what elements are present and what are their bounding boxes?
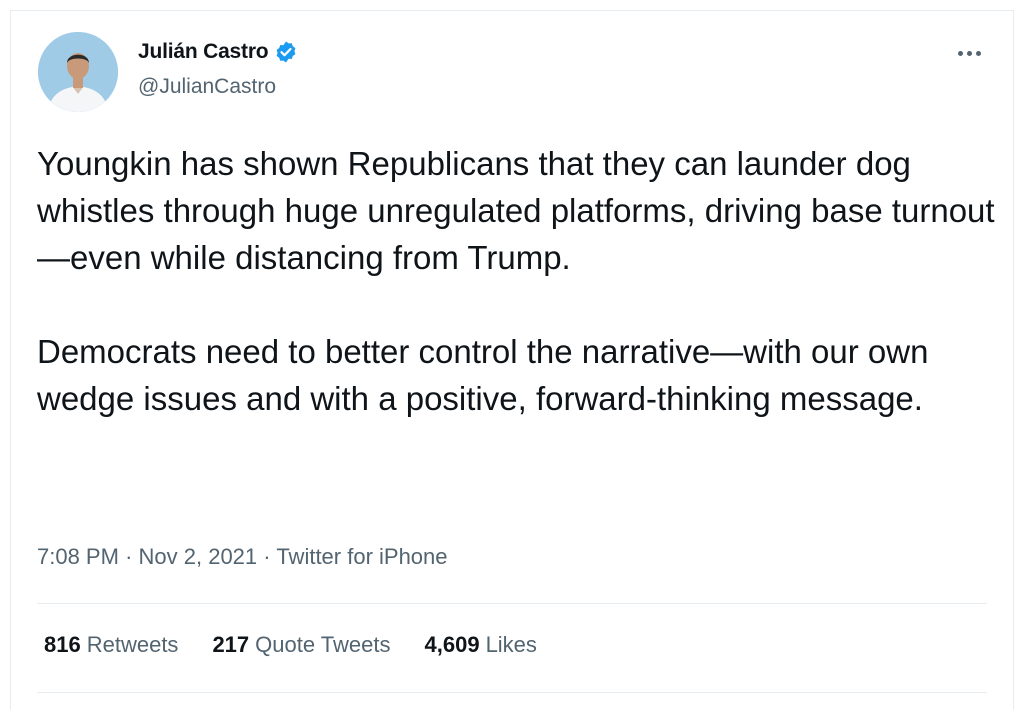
quote-tweets-count: 217 bbox=[212, 632, 250, 657]
tweet-paragraph: Democrats need to better control the nar… bbox=[37, 333, 929, 417]
meta-separator: · bbox=[125, 544, 133, 569]
likes-stat[interactable]: 4,609 Likes bbox=[425, 632, 537, 658]
tweet-date[interactable]: Nov 2, 2021 bbox=[139, 544, 258, 569]
engagement-stats: 816 Retweets 217 Quote Tweets 4,609 Likes bbox=[44, 632, 571, 658]
tweet-meta: 7:08 PM · Nov 2, 2021 · Twitter for iPho… bbox=[37, 544, 448, 570]
divider bbox=[37, 692, 987, 693]
author-handle[interactable]: @JulianCastro bbox=[138, 75, 276, 99]
retweets-count: 816 bbox=[44, 632, 81, 657]
avatar-image bbox=[38, 32, 118, 112]
quote-tweets-label: Quote Tweets bbox=[255, 632, 391, 657]
likes-label: Likes bbox=[485, 632, 537, 657]
tweet-source[interactable]: Twitter for iPhone bbox=[276, 544, 447, 569]
likes-count: 4,609 bbox=[424, 632, 480, 657]
meta-separator: · bbox=[263, 544, 271, 569]
tweet-text: Youngkin has shown Republicans that they… bbox=[37, 140, 997, 422]
avatar[interactable] bbox=[38, 32, 118, 112]
more-options-icon[interactable] bbox=[954, 42, 990, 66]
author-row: Julián Castro bbox=[138, 40, 298, 64]
verified-badge-icon bbox=[274, 40, 298, 64]
divider bbox=[37, 603, 987, 604]
quote-tweets-stat[interactable]: 217 Quote Tweets bbox=[212, 632, 390, 658]
tweet-time[interactable]: 7:08 PM bbox=[37, 544, 119, 569]
author-name[interactable]: Julián Castro bbox=[138, 40, 269, 64]
retweets-label: Retweets bbox=[86, 632, 179, 657]
retweets-stat[interactable]: 816 Retweets bbox=[44, 632, 178, 658]
tweet-paragraph: Youngkin has shown Republicans that they… bbox=[37, 145, 995, 276]
